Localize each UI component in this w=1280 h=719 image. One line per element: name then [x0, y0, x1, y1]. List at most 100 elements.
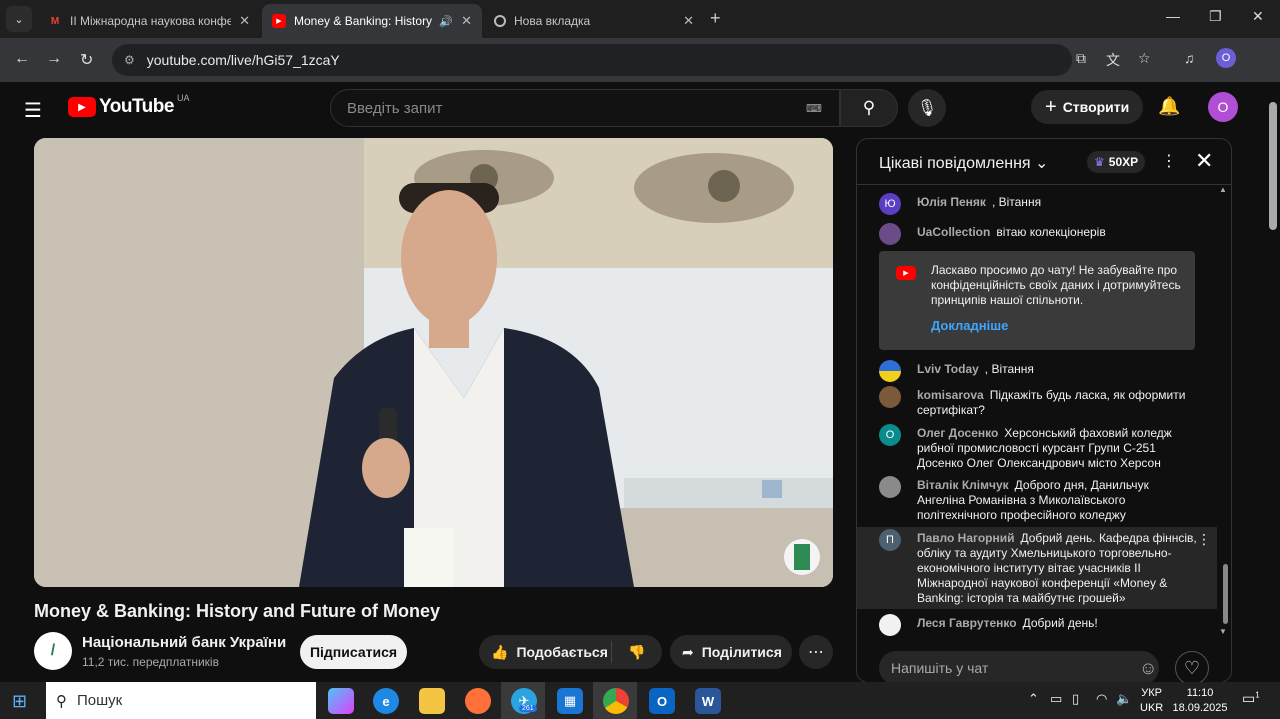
like-button[interactable]: 👍 Подобається	[479, 641, 612, 663]
tab-youtube-video[interactable]: ▶ Money & Banking: History a 🔊 ✕	[262, 4, 482, 38]
microsoft-store-icon[interactable]: ▦	[557, 688, 583, 714]
clock-date: 18.09.2025	[1172, 702, 1228, 714]
chat-text: Добрий день!	[1022, 616, 1098, 630]
live-chat-panel: Цікаві повідомлення ⌄ ♛ 50XP ⋮ ✕ ▲ Ю Юлі…	[856, 138, 1232, 683]
close-tab-icon[interactable]: ✕	[461, 13, 472, 29]
chat-author[interactable]: Юлія Пеняк	[917, 195, 986, 209]
heart-reaction-button[interactable]: ♡	[1175, 651, 1209, 682]
share-button[interactable]: ➦ Поділитися	[670, 635, 792, 669]
chat-message: Ю Юлія Пеняк , Вітання	[879, 193, 1199, 215]
more-actions-button[interactable]: ⋯	[799, 635, 833, 669]
new-tab-button[interactable]: +	[710, 8, 721, 29]
share-icon: ➦	[682, 643, 694, 660]
voice-search-button[interactable]: 🎙	[908, 89, 946, 127]
tablet-icon[interactable]: ▭	[1050, 691, 1062, 707]
notification-center-icon[interactable]: ▭1	[1242, 690, 1260, 707]
media-controls-icon[interactable]: ♫	[1184, 50, 1195, 66]
notifications-bell-icon[interactable]: 🔔	[1158, 96, 1180, 117]
chat-author-avatar: О	[879, 424, 901, 446]
chat-author[interactable]: Леся Гаврутенко	[917, 616, 1017, 630]
chat-author[interactable]: Павло Нагорний	[917, 531, 1015, 545]
keyboard-icon[interactable]: ⌨	[806, 102, 822, 115]
outlook-icon[interactable]: O	[649, 688, 675, 714]
xp-badge[interactable]: ♛ 50XP	[1087, 151, 1146, 173]
chat-header: Цікаві повідомлення ⌄ ♛ 50XP ⋮ ✕	[857, 139, 1231, 185]
install-app-icon[interactable]: ⧉	[1076, 50, 1086, 67]
chat-author[interactable]: komisarova	[917, 388, 984, 402]
volume-icon[interactable]: 🔈	[1116, 691, 1132, 707]
back-icon[interactable]: ←	[14, 50, 30, 68]
word-icon[interactable]: W	[695, 688, 721, 714]
learn-more-link[interactable]: Докладніше	[931, 318, 1008, 333]
channel-avatar[interactable]: /	[34, 632, 72, 670]
page-scroll-thumb[interactable]	[1269, 102, 1277, 230]
battery-icon[interactable]: ▯	[1072, 691, 1079, 707]
scroll-up-icon[interactable]: ▲	[1219, 185, 1227, 194]
chat-author[interactable]: Олег Досенко	[917, 426, 998, 440]
tab-search-button[interactable]: ⌄	[6, 6, 32, 32]
chat-mode-dropdown[interactable]: Цікаві повідомлення ⌄	[879, 153, 1048, 173]
tab-title: Нова вкладка	[514, 14, 591, 28]
copilot-icon[interactable]	[328, 688, 354, 714]
tab-conference[interactable]: M ІІ Міжнародна наукова конфе ✕	[38, 4, 260, 38]
search-button[interactable]: ⚲	[840, 89, 898, 127]
browser-profile-avatar[interactable]: O	[1216, 48, 1236, 68]
chat-text: , Вітання	[991, 195, 1042, 209]
restore-icon[interactable]: ❐	[1209, 8, 1222, 25]
close-tab-icon[interactable]: ✕	[239, 13, 250, 29]
subscribe-button[interactable]: Підписатися	[300, 635, 407, 669]
xp-value: 50XP	[1108, 155, 1139, 169]
bookmark-star-icon[interactable]: ☆	[1138, 50, 1151, 67]
chat-author[interactable]: UaCollection	[917, 225, 990, 239]
share-label: Поділитися	[701, 644, 782, 660]
chat-scrollbar[interactable]	[1223, 564, 1228, 624]
chat-input[interactable]: Напишіть у чат	[879, 651, 1159, 682]
chat-author-avatar	[879, 614, 901, 636]
translate-icon[interactable]: 文	[1106, 50, 1120, 70]
youtube-logo[interactable]: ▶ YouTube UA	[68, 93, 190, 118]
dislike-button[interactable]: 👎	[612, 644, 662, 661]
firefox-icon[interactable]	[465, 688, 491, 714]
site-settings-icon[interactable]: ⚙	[124, 53, 135, 67]
video-player[interactable]	[34, 138, 833, 587]
windows-start-icon[interactable]: ⊞	[12, 691, 27, 712]
account-avatar[interactable]: O	[1208, 92, 1238, 122]
page-scrollbar[interactable]	[1266, 82, 1280, 682]
like-dislike-group: 👍 Подобається 👎	[479, 635, 662, 669]
message-options-icon[interactable]: ⋮	[1197, 531, 1211, 548]
minimize-icon[interactable]: —	[1166, 8, 1180, 24]
wifi-icon[interactable]: ◠	[1096, 691, 1107, 707]
chat-welcome-banner: ▶ Ласкаво просимо до чату! Не забувайте …	[879, 251, 1195, 350]
emoji-icon[interactable]: ☺	[1139, 658, 1157, 679]
banner-text: Ласкаво просимо до чату! Не забувайте пр…	[931, 263, 1181, 307]
chat-author[interactable]: Віталік Клімчук	[917, 478, 1009, 492]
edge-icon[interactable]: e	[373, 688, 399, 714]
reload-icon[interactable]: ↻	[80, 50, 93, 70]
crown-icon: ♛	[1094, 155, 1105, 169]
language-indicator[interactable]: УКР UKR	[1140, 686, 1163, 716]
search-input[interactable]: Введіть запит	[330, 89, 840, 127]
country-code: UA	[176, 93, 190, 103]
chrome-icon[interactable]	[603, 688, 629, 714]
close-window-icon[interactable]: ✕	[1252, 8, 1264, 25]
browser-tab-bar: ⌄ M ІІ Міжнародна наукова конфе ✕ ▶ Mone…	[0, 0, 1280, 38]
address-bar[interactable]: ⚙ youtube.com/live/hGi57_1zcaY	[112, 44, 1072, 76]
forward-icon[interactable]: →	[46, 50, 62, 68]
taskbar-search[interactable]: ⚲ Пошук	[46, 682, 316, 719]
tab-new-tab[interactable]: Нова вкладка ✕	[484, 4, 704, 38]
logo-text: YouTube	[99, 96, 174, 117]
chat-author[interactable]: Lviv Today	[917, 362, 979, 376]
create-button[interactable]: + Створити	[1031, 90, 1144, 124]
youtube-icon: ▶	[896, 266, 916, 280]
close-chat-icon[interactable]: ✕	[1195, 148, 1213, 174]
chat-options-icon[interactable]: ⋮	[1161, 151, 1177, 171]
show-hidden-icons-icon[interactable]: ⌃	[1028, 691, 1039, 707]
file-explorer-icon[interactable]	[419, 688, 445, 714]
scroll-down-icon[interactable]: ▼	[1219, 627, 1227, 636]
close-tab-icon[interactable]: ✕	[683, 13, 694, 29]
menu-icon[interactable]: ☰	[24, 98, 42, 123]
system-clock[interactable]: 11:10 18.09.2025	[1170, 686, 1230, 716]
plus-icon: +	[1045, 95, 1057, 118]
channel-name[interactable]: Національний банк України	[82, 634, 286, 651]
speaker-icon[interactable]: 🔊	[439, 15, 453, 28]
